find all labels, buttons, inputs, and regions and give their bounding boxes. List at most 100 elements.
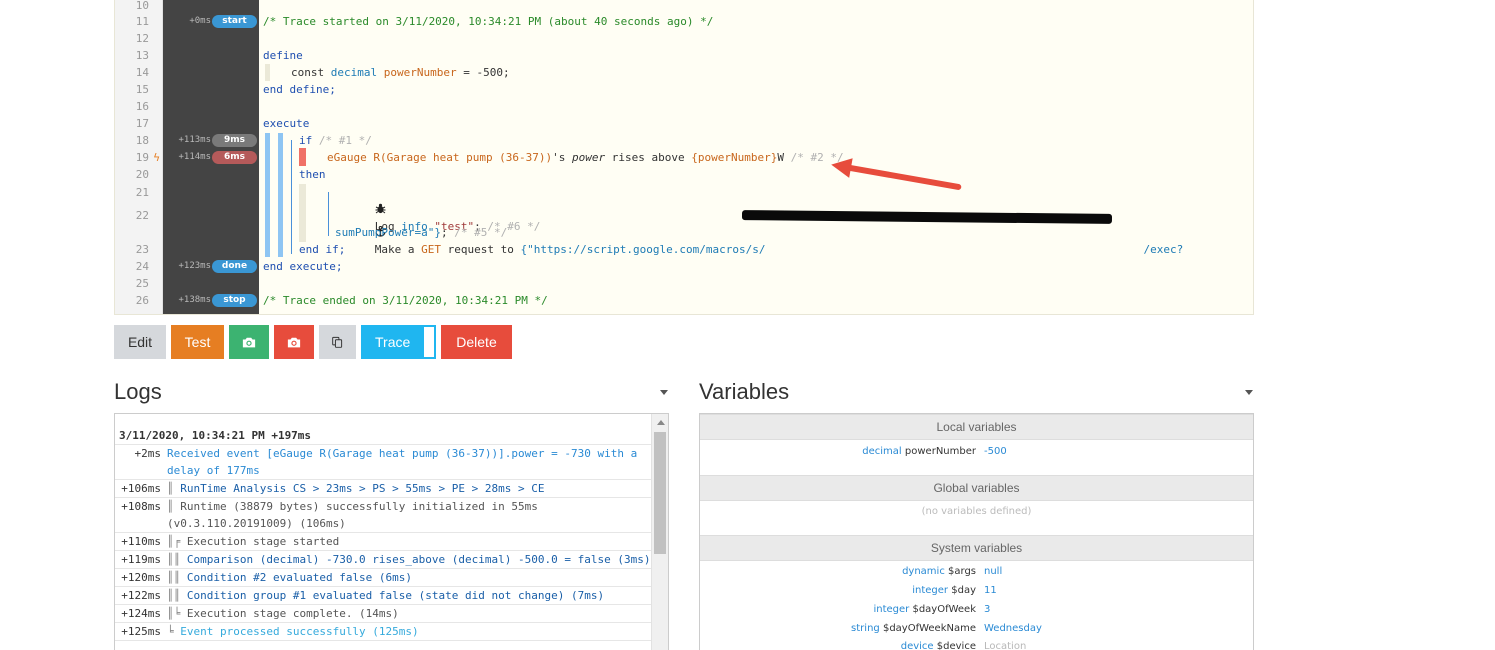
variable-value: -500 — [984, 446, 1007, 457]
code-keyword: end execute; — [263, 260, 343, 273]
trace-badge-stop: stop — [212, 294, 257, 307]
code-text: = -500; — [456, 66, 510, 79]
scroll-thumb[interactable] — [654, 432, 666, 554]
code-statement: const decimal powerNumber = -500; — [291, 64, 510, 81]
code-line: 20 then — [115, 166, 1253, 183]
elapsed-time: +0ms — [189, 16, 211, 26]
log-indent: ║║ — [167, 571, 187, 584]
log-indent: ╘ — [167, 625, 181, 638]
no-variables-note: (no variables defined) — [921, 506, 1032, 517]
trace-badge-duration: 6ms — [212, 151, 257, 164]
code-keyword: end define; — [263, 83, 336, 96]
variable-type: decimal — [862, 446, 902, 457]
log-text: Event processed successfully (125ms) — [180, 625, 419, 638]
log-text: Execution stage complete. (14ms) — [186, 607, 399, 620]
log-message: ║║ Condition #2 evaluated false (6ms) — [167, 569, 651, 586]
log-row: +119ms ║║ Comparison (decimal) -730.0 ri… — [115, 550, 651, 568]
line-number: 10 — [135, 0, 149, 12]
line-number: 19 — [135, 151, 149, 164]
code-type: decimal — [330, 66, 378, 79]
log-text: Condition group #1 evaluated false (stat… — [186, 589, 605, 602]
log-indent: ║ — [167, 500, 181, 513]
trace-toggle-button[interactable]: Trace — [361, 325, 436, 359]
variable-type: dynamic — [902, 566, 945, 577]
code-line: 15 end define; — [115, 81, 1253, 98]
code-line: 21 Log info "test"; /* #6 */ — [115, 184, 1253, 233]
code-unit: W — [777, 151, 784, 164]
delete-button[interactable]: Delete — [441, 325, 512, 359]
logs-scrollbar[interactable] — [651, 414, 668, 650]
elapsed-time: +114ms — [178, 152, 211, 162]
variable-value: Wednesday — [984, 623, 1042, 634]
code-comment: /* Trace ended on 3/11/2020, 10:34:21 PM… — [263, 294, 548, 307]
code-line: 23 end if; — [115, 241, 1253, 258]
code-line: 17 execute — [115, 115, 1253, 132]
elapsed-time: +113ms — [178, 135, 211, 145]
code-text: ; — [440, 226, 455, 239]
line-number: 13 — [135, 49, 149, 62]
backup-snapshot-button[interactable] — [274, 325, 314, 359]
variable-row: integer $day 11 — [700, 581, 1253, 600]
line-number: 22 — [135, 209, 149, 222]
log-text: Runtime (38879 bytes) successfully initi… — [167, 500, 545, 530]
code-line: 13 define — [115, 47, 1253, 64]
log-indent: ║║ — [167, 553, 187, 566]
line-number: 16 — [135, 100, 149, 113]
variable-type: integer — [873, 604, 910, 615]
log-time: +108ms — [121, 500, 161, 513]
variable-value: 11 — [984, 585, 997, 596]
edit-button[interactable]: Edit — [114, 325, 166, 359]
code-comment: /* Trace started on 3/11/2020, 10:34:21 … — [263, 15, 714, 28]
log-row: +122ms ║║ Condition group #1 evaluated f… — [115, 586, 651, 604]
code-device: eGauge R(Garage heat pump (36-37)) — [327, 151, 553, 164]
log-message: ║║ Comparison (decimal) -730.0 rises_abo… — [167, 551, 651, 568]
variable-identifier: $day — [951, 585, 976, 596]
line-number: 21 — [135, 186, 149, 199]
log-message: ║╘ Execution stage complete. (14ms) — [167, 605, 651, 622]
code-line: 19 ϟ +114ms 6ms eGauge R(Garage heat pum… — [115, 149, 1253, 166]
code-line: 18 +113ms 9ms if /* #1 */ — [115, 132, 1253, 149]
snapshot-button[interactable] — [229, 325, 269, 359]
variable-name: integer $day — [912, 581, 976, 600]
line-number: 24 — [135, 260, 149, 273]
elapsed-time: +123ms — [178, 261, 211, 271]
duplicate-button[interactable] — [319, 325, 356, 359]
code-line-continued: sumPumpPower=a"}; /* #5 */ — [115, 224, 1253, 241]
variable-type: string — [851, 623, 880, 634]
code-line: 14 const decimal powerNumber = -500; — [115, 64, 1253, 81]
code-line: 24 +123ms done end execute; — [115, 258, 1253, 275]
code-url: sumPumpPower=a"} — [335, 226, 441, 239]
code-line: 11 +0ms start /* Trace started on 3/11/2… — [115, 13, 1253, 30]
log-text: Comparison (decimal) -730.0 rises_above … — [186, 553, 651, 566]
variables-panel: Local variables decimal powerNumber -500… — [699, 413, 1254, 650]
trace-badge-duration: 9ms — [212, 134, 257, 147]
variable-identifier: $dayOfWeekName — [882, 623, 976, 634]
trace-badge-done: done — [212, 260, 257, 273]
log-row: +110ms ║╒ Execution stage started — [115, 532, 651, 550]
trace-label: Trace — [375, 334, 411, 350]
log-text: Received event [eGauge R(Garage heat pum… — [167, 447, 644, 477]
variables-dropdown-icon[interactable] — [1245, 390, 1253, 395]
variable-name: device $device — [901, 637, 976, 650]
log-message: ║ RunTime Analysis CS > 23ms > PS > 55ms… — [167, 480, 651, 497]
logs-dropdown-icon[interactable] — [660, 390, 668, 395]
line-number: 11 — [135, 15, 149, 28]
variable-name: decimal powerNumber — [862, 442, 976, 461]
test-button[interactable]: Test — [171, 325, 224, 359]
log-row: +120ms ║║ Condition #2 evaluated false (… — [115, 568, 651, 586]
code-line: 10 — [115, 0, 1253, 14]
line-number: 26 — [135, 294, 149, 307]
line-number: 20 — [135, 168, 149, 181]
variable-name: dynamic $args — [902, 562, 976, 581]
line-number: 18 — [135, 134, 149, 147]
log-message: ╘ Event processed successfully (125ms) — [167, 623, 651, 640]
trace-badge-start: start — [212, 15, 257, 28]
log-message: Received event [eGauge R(Garage heat pum… — [167, 445, 651, 479]
log-indent: ║ — [167, 482, 181, 495]
code-keyword: define — [263, 49, 303, 62]
system-variables-header: System variables — [700, 535, 1253, 561]
variable-identifier: $device — [936, 641, 976, 650]
log-indent: ║║ — [167, 589, 187, 602]
scroll-up-icon[interactable] — [657, 420, 665, 425]
log-row: +106ms ║ RunTime Analysis CS > 23ms > PS… — [115, 479, 651, 497]
